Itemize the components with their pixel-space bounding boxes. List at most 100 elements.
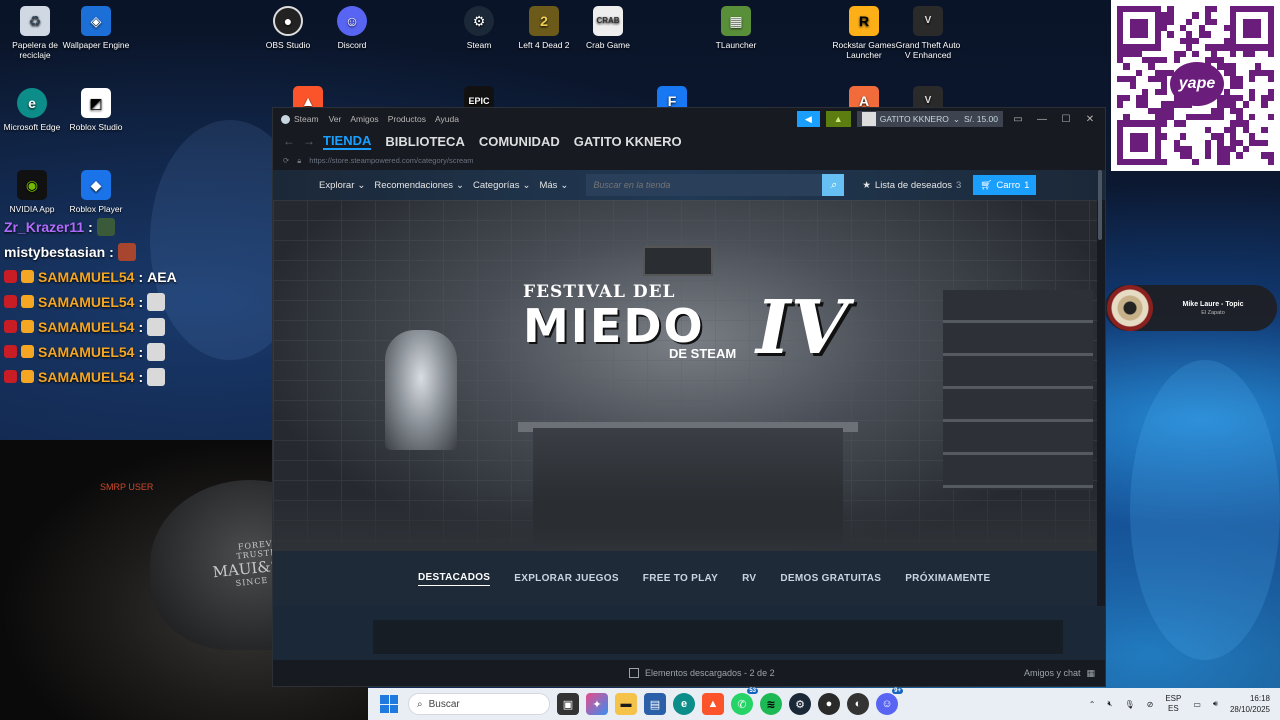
brave-icon[interactable]: ▲ xyxy=(702,693,724,715)
bat-sign xyxy=(643,246,713,276)
desktop-icon-steam[interactable]: ⚙ Steam xyxy=(444,6,514,50)
desktop-icon-rockstar[interactable]: R Rockstar Games Launcher xyxy=(829,6,899,60)
desktop-icon-obs[interactable]: ● OBS Studio xyxy=(253,6,323,50)
tab-tienda[interactable]: TIENDA xyxy=(323,133,372,150)
desktop-icon-recycle-bin[interactable]: ♻ Papelera de reciclaje xyxy=(0,6,70,60)
clock[interactable]: 16:18 28/10/2025 xyxy=(1230,693,1270,715)
crown-badge-icon xyxy=(21,320,34,333)
desktop-icon-gta[interactable]: V Grand Theft Auto V Enhanced xyxy=(893,6,963,60)
crab-game-icon: CRAB xyxy=(593,6,623,36)
wishlist-link[interactable]: ★ Lista de deseados 3 xyxy=(862,180,961,191)
announcements-button[interactable]: ◀ xyxy=(796,111,820,127)
steam-menubar: Steam Ver Amigos Productos Ayuda ◀ ▲ GAT… xyxy=(273,108,1105,130)
store-menu-recomendaciones[interactable]: Recomendaciones ⌄ xyxy=(374,180,464,191)
spotify-icon[interactable]: ≋ xyxy=(760,693,782,715)
chat-message: SAMAMUEL54 : xyxy=(4,364,274,389)
menu-ver[interactable]: Ver xyxy=(329,114,342,124)
tab-free-to-play[interactable]: FREE TO PLAY xyxy=(643,573,718,584)
desktop-icon-roblox-studio[interactable]: ◩ Roblox Studio xyxy=(61,88,131,132)
page-url[interactable]: https://store.steampowered.com/category/… xyxy=(309,156,473,165)
copilot-icon[interactable]: ✦ xyxy=(586,693,608,715)
discord-icon[interactable]: ☺ 9+ xyxy=(876,688,903,715)
file-explorer-icon[interactable]: ▬ xyxy=(615,693,637,715)
microphone-icon[interactable]: 🎙︎ xyxy=(1124,700,1134,709)
chevron-down-icon: ⌄ xyxy=(560,179,569,191)
start-button[interactable] xyxy=(380,695,398,713)
tab-rv[interactable]: RV xyxy=(742,573,756,584)
desktop-icon-edge[interactable]: e Microsoft Edge xyxy=(0,88,67,132)
language-indicator[interactable]: ESP ES xyxy=(1165,694,1181,714)
download-icon xyxy=(629,668,639,678)
notifications-button[interactable]: ▲ xyxy=(825,111,851,127)
cart-button[interactable]: 🛒︎ Carro 1 xyxy=(973,175,1037,195)
taskbar-search[interactable]: ⌕ Buscar xyxy=(408,693,550,715)
edge-icon[interactable]: e xyxy=(673,693,695,715)
menu-amigos[interactable]: Amigos xyxy=(350,114,378,124)
desktop-icon-tlauncher[interactable]: ▦ TLauncher xyxy=(701,6,771,50)
festival-banner[interactable]: FESTIVAL DEL MIEDO DE STEAM IV xyxy=(273,200,1097,551)
l4d2-icon: 2 xyxy=(529,6,559,36)
album-art xyxy=(1107,285,1153,331)
steam-icon[interactable]: ⚙ xyxy=(789,693,811,715)
maximize-button[interactable]: ☐ xyxy=(1057,114,1075,125)
steam-menu[interactable]: Steam xyxy=(281,114,319,124)
obs-icon[interactable]: ● xyxy=(818,693,840,715)
store-content xyxy=(273,606,1105,662)
menu-productos[interactable]: Productos xyxy=(388,114,426,124)
tab-profile[interactable]: GATITO KKNERO xyxy=(574,134,682,149)
search-button[interactable]: ⌕ xyxy=(822,174,845,196)
whatsapp-icon[interactable]: ✆ 53 xyxy=(731,688,758,715)
chevron-down-icon: ⌄ xyxy=(522,179,531,191)
store-tabs: DESTACADOS EXPLORAR JUEGOS FREE TO PLAY … xyxy=(273,551,1097,606)
desktop-icon-l4d2[interactable]: 2 Left 4 Dead 2 xyxy=(509,6,579,50)
task-view-icon[interactable]: ▣ xyxy=(557,693,579,715)
tab-comunidad[interactable]: COMUNIDAD xyxy=(479,134,560,149)
search-input[interactable] xyxy=(593,180,824,190)
desktop-icon-crab-game[interactable]: CRAB Crab Game xyxy=(573,6,643,50)
system-tray: ⌃ 🔇︎ 🎙︎ ⊘ ESP ES ▭ 🔊︎ 16:18 28/10/2025 xyxy=(1089,688,1270,720)
forward-arrow-icon[interactable]: → xyxy=(303,134,315,148)
nvidia-icon: ◉ xyxy=(17,170,47,200)
tab-proximamente[interactable]: PRÓXIMAMENTE xyxy=(905,573,990,584)
app-icon[interactable]: ◐ xyxy=(847,693,869,715)
tab-demos-gratuitas[interactable]: DEMOS GRATUITAS xyxy=(780,573,881,584)
tab-biblioteca[interactable]: BIBLIOTECA xyxy=(385,134,464,149)
desktop-icon-roblox-player[interactable]: ◆ Roblox Player xyxy=(61,170,131,214)
tab-explorar-juegos[interactable]: EXPLORAR JUEGOS xyxy=(514,573,619,584)
mute-icon[interactable]: 🔇︎ xyxy=(1107,699,1112,709)
desktop-icon-discord[interactable]: ☺ Discord xyxy=(317,6,387,50)
store-menu-mas[interactable]: Más ⌄ xyxy=(539,180,568,191)
account-name: GATITO KKNERO xyxy=(879,114,949,124)
minimize-button[interactable]: — xyxy=(1033,114,1051,125)
store-icon[interactable]: ▤ xyxy=(644,693,666,715)
rockstar-icon: R xyxy=(849,6,879,36)
chat-separator: : xyxy=(88,218,93,235)
desktop-icon-nvidia[interactable]: ◉ NVIDIA App xyxy=(0,170,67,214)
big-picture-icon[interactable]: ▭ xyxy=(1009,114,1027,125)
cart-icon: 🛒︎ xyxy=(980,179,993,191)
display-icon[interactable]: ▭ xyxy=(1193,700,1201,709)
store-menu-explorar[interactable]: Explorar ⌄ xyxy=(319,180,365,191)
url-bar: ⟳ 🔒︎ https://store.steampowered.com/cate… xyxy=(273,152,1105,169)
scrollbar[interactable] xyxy=(1098,170,1102,240)
desktop-icon-wallpaper-engine[interactable]: ◈ Wallpaper Engine xyxy=(61,6,131,50)
now-playing-widget[interactable]: Mike Laure - Topic El Zapato xyxy=(1105,285,1277,331)
back-arrow-icon[interactable]: ← xyxy=(283,134,295,148)
menu-ayuda[interactable]: Ayuda xyxy=(435,114,459,124)
tab-destacados[interactable]: DESTACADOS xyxy=(418,572,491,586)
volume-icon[interactable]: 🔊︎ xyxy=(1213,699,1218,709)
network-icon[interactable]: ⊘ xyxy=(1147,700,1154,709)
wallet-balance: S/. 15.00 xyxy=(963,114,998,124)
chat-separator: : xyxy=(138,368,144,385)
desktop-icon-label: Roblox Studio xyxy=(69,122,123,132)
close-button[interactable]: ✕ xyxy=(1081,114,1099,125)
chevron-up-icon[interactable]: ⌃ xyxy=(1089,700,1096,709)
menu-steam: Steam xyxy=(294,114,319,124)
store-menu-categorias[interactable]: Categorías ⌄ xyxy=(473,180,530,191)
friends-chat-button[interactable]: Amigos y chat ▦ xyxy=(1024,668,1095,679)
specimen-tank xyxy=(385,330,457,450)
downloads-status[interactable]: Elementos descargados - 2 de 2 xyxy=(629,668,775,678)
account-menu[interactable]: GATITO KKNERO ⌄ S/. 15.00 xyxy=(856,111,1003,127)
reload-icon[interactable]: ⟳ xyxy=(283,156,289,165)
friends-label: Amigos y chat xyxy=(1023,668,1081,678)
